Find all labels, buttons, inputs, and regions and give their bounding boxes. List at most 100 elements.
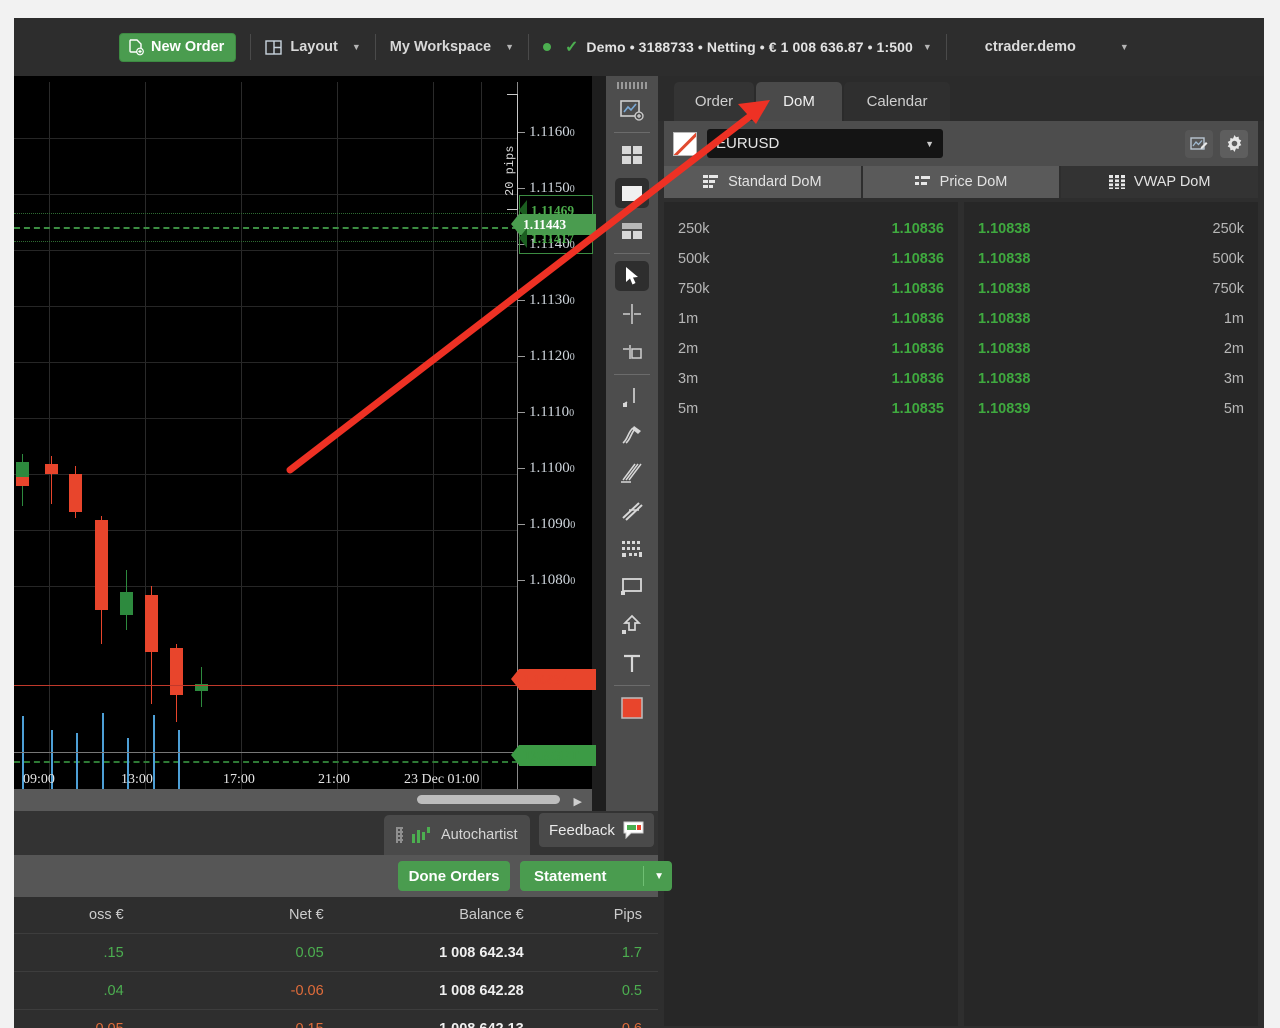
- tab-dom[interactable]: DoM: [756, 82, 842, 121]
- new-order-button[interactable]: New Order: [119, 32, 237, 62]
- gridline-v: [49, 82, 50, 805]
- current-price-tag[interactable]: 1.10837: [511, 669, 596, 690]
- price-axis[interactable]: 1.11600 1.11500 1.11400 1.11300 1.11200 …: [518, 82, 592, 805]
- split-layout-icon: [615, 216, 649, 246]
- dom-ask-row[interactable]: 1.10838 1m: [964, 304, 1258, 334]
- dom-bid-row[interactable]: 3m 1.10836: [664, 364, 958, 394]
- rectangle-icon: [615, 572, 649, 602]
- dom-symbol-bar: EURUSD ▼: [664, 121, 1258, 166]
- dom-new-order-button[interactable]: [1185, 129, 1213, 158]
- tool-parallel-lines[interactable]: [606, 492, 658, 530]
- dom-bid-row[interactable]: 2m 1.10836: [664, 334, 958, 364]
- window-frame-right: [1264, 0, 1280, 1028]
- dom-ask-row[interactable]: 1.10838 500k: [964, 244, 1258, 274]
- candle-body: [69, 474, 82, 512]
- tab-calendar[interactable]: Calendar: [844, 82, 950, 121]
- tool-cursor[interactable]: [606, 257, 658, 295]
- tool-split-layout[interactable]: [606, 212, 658, 250]
- target-line: [14, 761, 518, 763]
- chart-plot-area[interactable]: 47:37 09:00 13:00 17:00 21:00 23 Dec 01:…: [14, 82, 518, 805]
- time-axis-label: 09:00: [23, 772, 55, 787]
- cell-net: -0.06: [290, 982, 324, 999]
- tab-autochartist[interactable]: Autochartist: [384, 815, 530, 855]
- chart-hscrollbar[interactable]: ▶: [14, 789, 592, 811]
- table-row[interactable]: .04 -0.06 1 008 642.28 0.5: [14, 971, 658, 1009]
- pips-label: 20 pips: [503, 145, 517, 196]
- single-layout-icon: [615, 178, 649, 208]
- dom-mode-standard[interactable]: Standard DoM: [664, 166, 861, 198]
- chart-hscroll-thumb[interactable]: [417, 795, 560, 804]
- cell-net: 0.05: [295, 944, 324, 961]
- candle-body: [170, 648, 183, 695]
- tool-text[interactable]: [606, 644, 658, 682]
- dom-ask-row[interactable]: 1.10839 5m: [964, 394, 1258, 424]
- dom-settings-button[interactable]: [1220, 129, 1248, 158]
- cell-gross: 0.05: [14, 1021, 140, 1028]
- dom-mode-vwap[interactable]: VWAP DoM: [1061, 166, 1259, 198]
- tool-new-chart[interactable]: [606, 91, 658, 129]
- dom-ask-row[interactable]: 1.10838 750k: [964, 274, 1258, 304]
- tool-rectangle[interactable]: [606, 568, 658, 606]
- tool-fibonacci[interactable]: [606, 454, 658, 492]
- column-header-gross[interactable]: oss €: [14, 907, 140, 923]
- tool-pitchfork[interactable]: [606, 416, 658, 454]
- table-row[interactable]: .15 0.05 1 008 642.34 1.7: [14, 933, 658, 971]
- symbol-color-swatch-icon[interactable]: [673, 131, 697, 156]
- feedback-icon: [623, 821, 644, 839]
- column-header-pips[interactable]: Pips: [540, 907, 658, 923]
- layout-button[interactable]: Layout ▼: [265, 39, 361, 55]
- tool-crosshair[interactable]: [606, 295, 658, 333]
- dom-bid-row[interactable]: 500k 1.10836: [664, 244, 958, 274]
- gear-icon: [1227, 135, 1241, 152]
- column-header-net[interactable]: Net €: [140, 907, 340, 923]
- chart-canvas[interactable]: 47:37 09:00 13:00 17:00 21:00 23 Dec 01:…: [14, 76, 596, 811]
- table-row[interactable]: 0.05 -0.15 1 008 642.13 -0.6: [14, 1009, 658, 1028]
- dom-mode-price[interactable]: Price DoM: [862, 166, 1060, 198]
- tool-single-layout[interactable]: [606, 174, 658, 212]
- autochartist-label: Autochartist: [441, 827, 518, 843]
- bottom-button-row: Done Orders Statement ▼: [14, 855, 672, 897]
- tool-arrow-shape[interactable]: [606, 606, 658, 644]
- dom-ask-row[interactable]: 1.10838 3m: [964, 364, 1258, 394]
- candle-body: [16, 477, 29, 486]
- dom-ask-row[interactable]: 1.10838 2m: [964, 334, 1258, 364]
- tool-trendline[interactable]: [606, 378, 658, 416]
- dom-bid-row[interactable]: 250k 1.10836: [664, 214, 958, 244]
- tool-measure[interactable]: [606, 333, 658, 371]
- done-orders-button[interactable]: Done Orders: [398, 861, 510, 891]
- tab-order[interactable]: Order: [674, 82, 754, 121]
- gridline-v: [433, 82, 434, 805]
- measure-icon: [615, 337, 649, 367]
- tool-grid-layout[interactable]: [606, 136, 658, 174]
- dom-ask-row[interactable]: 1.10838 250k: [964, 214, 1258, 244]
- cell-balance: 1 008 642.34: [439, 944, 524, 961]
- dom-bid-row[interactable]: 750k 1.10836: [664, 274, 958, 304]
- gridline-h: [14, 474, 518, 475]
- tool-color-swatch[interactable]: [606, 689, 658, 727]
- order-price-lower-tag[interactable]: 1.11417: [518, 228, 581, 249]
- target-tag[interactable]: TARGET: [511, 745, 596, 766]
- gridline-v: [145, 82, 146, 805]
- pitchfork-icon: [615, 420, 649, 450]
- symbol-select[interactable]: EURUSD ▼: [707, 129, 943, 158]
- chart-scroll-right-icon[interactable]: ▶: [574, 795, 582, 808]
- price-tick: [518, 468, 525, 469]
- candle-body: [95, 520, 108, 610]
- account-summary: Demo • 3188733 • Netting • € 1 008 636.8…: [586, 39, 913, 55]
- dom-bid-row[interactable]: 1m 1.10836: [664, 304, 958, 334]
- drag-grip-icon[interactable]: [396, 827, 403, 843]
- feedback-button[interactable]: Feedback: [539, 813, 654, 847]
- crosshair-icon: [615, 299, 649, 329]
- statement-button[interactable]: Statement ▼: [520, 861, 672, 891]
- grid-layout-icon: [615, 140, 649, 170]
- tool-divider: [614, 685, 650, 686]
- fibonacci-icon: [615, 458, 649, 488]
- account-check-icon: ✓: [565, 39, 579, 56]
- tool-strip-grip[interactable]: [617, 82, 647, 89]
- tool-pattern[interactable]: [606, 530, 658, 568]
- workspace-button[interactable]: My Workspace ▼: [390, 39, 514, 55]
- dom-bid-row[interactable]: 5m 1.10835: [664, 394, 958, 424]
- feedback-label: Feedback: [549, 821, 615, 839]
- color-swatch-icon: [615, 693, 649, 723]
- column-header-balance[interactable]: Balance €: [340, 907, 540, 923]
